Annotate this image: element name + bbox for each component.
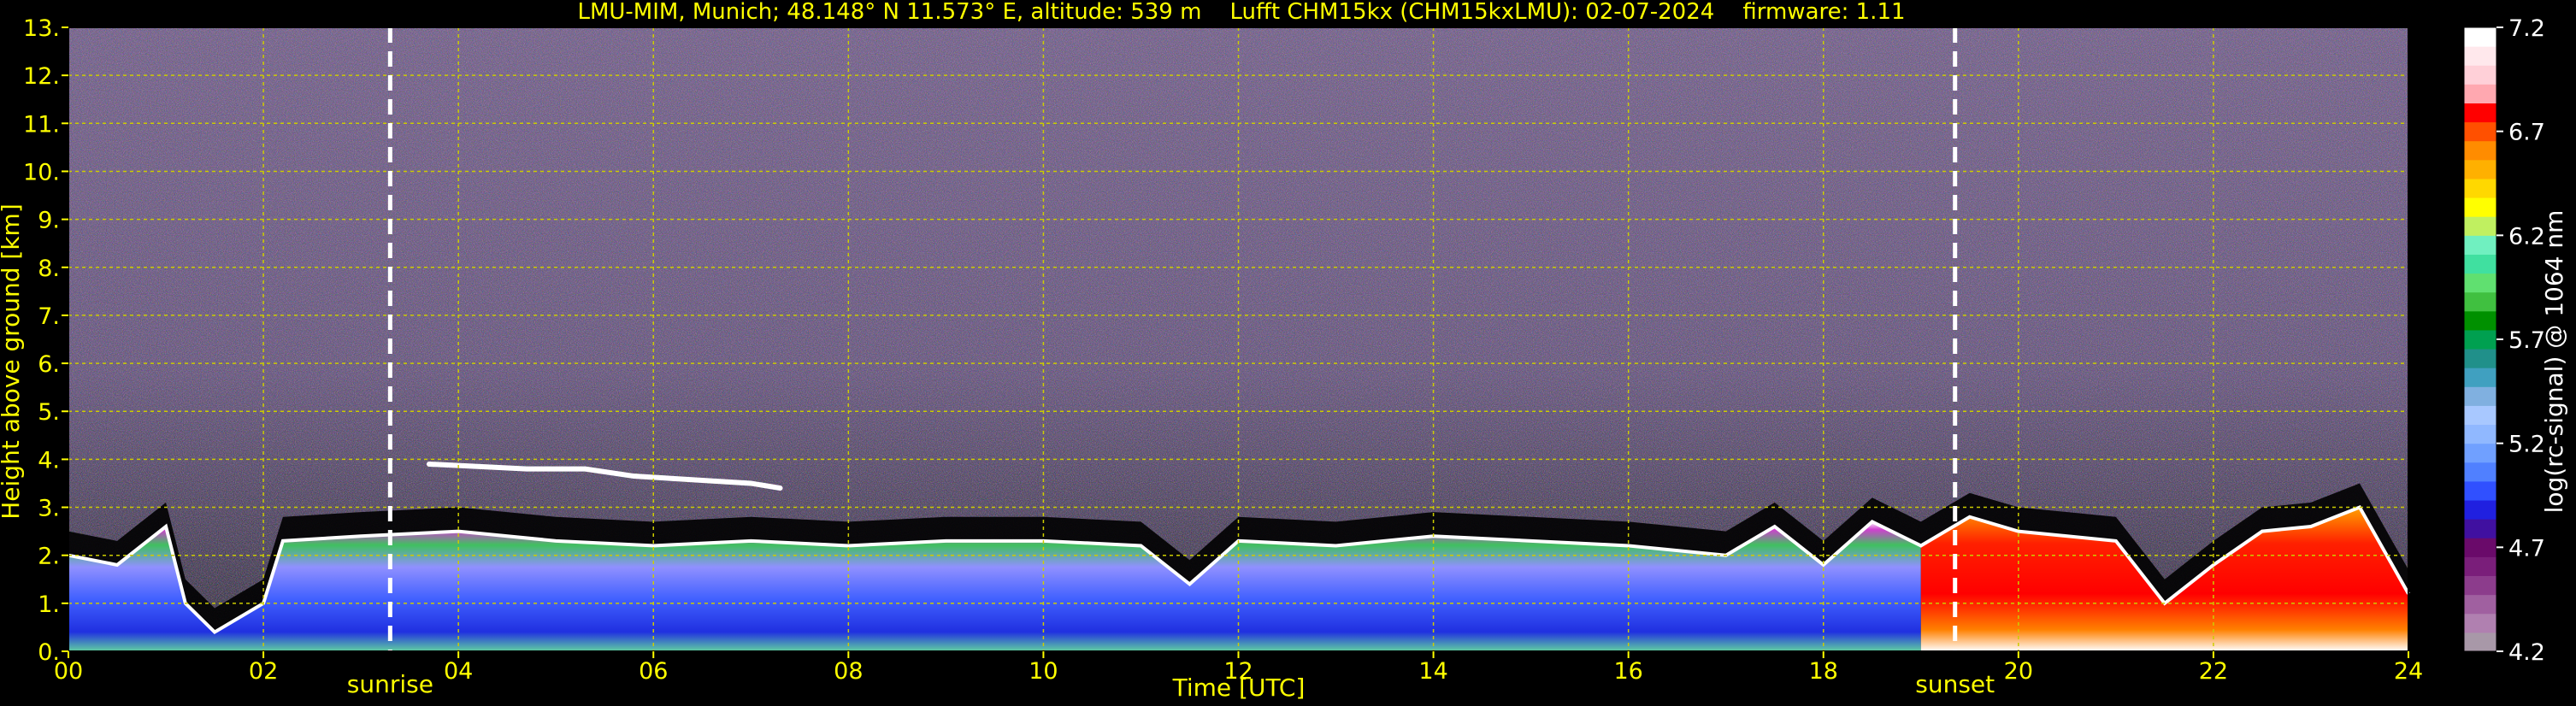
y-tick-label: 3. bbox=[38, 496, 60, 522]
colorbar-segment bbox=[2464, 424, 2496, 444]
colorbar-segment bbox=[2464, 480, 2496, 501]
x-tick-label: 20 bbox=[2004, 658, 2033, 685]
colorbar-segment bbox=[2464, 519, 2496, 538]
x-axis-label: Time [UTC] bbox=[1172, 674, 1306, 702]
y-tick-label: 1. bbox=[38, 591, 60, 618]
colorbar-segment bbox=[2464, 84, 2496, 103]
colorbar-segment bbox=[2464, 443, 2496, 463]
colorbar-segment bbox=[2464, 216, 2496, 236]
y-tick-label: 11. bbox=[23, 111, 60, 138]
x-tick-label: 14 bbox=[1418, 658, 1447, 685]
ceilometer-chart: sunrise sunset 00 02 04 06 08 10 12 14 16 18 20 22 24… bbox=[0, 0, 2568, 702]
colorbar-segment bbox=[2464, 368, 2496, 387]
x-tick-label: 18 bbox=[1809, 658, 1838, 685]
y-tick-label: 6. bbox=[38, 351, 60, 378]
colorbar-segment bbox=[2464, 235, 2496, 255]
colorbar-tick-label: 4.7 bbox=[2508, 535, 2545, 562]
chart-root: sunrise sunset 00 02 04 06 08 10 12 14 16 18 20 22 24… bbox=[0, 0, 2576, 706]
marker-label-sunrise: sunrise bbox=[347, 670, 433, 698]
y-tick-label: 8. bbox=[38, 256, 60, 282]
colorbar-segment bbox=[2464, 197, 2496, 217]
colorbar-segment bbox=[2464, 538, 2496, 557]
colorbar-segment bbox=[2464, 27, 2496, 47]
x-tick-label: 10 bbox=[1029, 658, 1058, 685]
colorbar-segment bbox=[2464, 159, 2496, 179]
colorbar-segment bbox=[2464, 103, 2496, 123]
y-tick-label: 10. bbox=[23, 159, 60, 185]
y-tick-label: 9. bbox=[38, 208, 60, 234]
y-tick-label: 0. bbox=[38, 639, 60, 666]
y-axis-label: Height above ground [km] bbox=[0, 203, 25, 520]
colorbar-segment bbox=[2464, 594, 2496, 615]
x-tick-label: 08 bbox=[834, 658, 863, 685]
colorbar-segment bbox=[2464, 500, 2496, 520]
chart-title: LMU-MIM, Munich; 48.148° N 11.573° E, al… bbox=[577, 0, 1905, 25]
colorbar-tick-label: 7.2 bbox=[2508, 15, 2545, 42]
colorbar: 4.24.75.25.76.26.77.2 bbox=[2463, 15, 2545, 666]
x-tick-label: 04 bbox=[444, 658, 473, 685]
x-tick-label: 24 bbox=[2394, 658, 2423, 685]
colorbar-segment bbox=[2464, 575, 2496, 596]
colorbar-segment bbox=[2464, 121, 2496, 142]
x-tick-label: 22 bbox=[2199, 658, 2228, 685]
colorbar-segment bbox=[2464, 462, 2496, 482]
colorbar-tick-label: 6.7 bbox=[2508, 120, 2545, 146]
colorbar-segment bbox=[2464, 310, 2496, 331]
colorbar-segment bbox=[2464, 632, 2496, 652]
marker-label-sunset: sunset bbox=[1915, 670, 1995, 698]
y-tick-label: 2. bbox=[38, 544, 60, 570]
colorbar-segment bbox=[2464, 291, 2496, 312]
y-tick-label: 4. bbox=[38, 447, 60, 474]
colorbar-tick-label: 4.2 bbox=[2508, 639, 2545, 666]
colorbar-segment bbox=[2464, 273, 2496, 293]
colorbar-segment bbox=[2464, 65, 2496, 85]
colorbar-segment bbox=[2464, 140, 2496, 161]
colorbar-segment bbox=[2464, 613, 2496, 633]
colorbar-segment bbox=[2464, 405, 2496, 426]
colorbar-segment bbox=[2464, 349, 2496, 368]
colorbar-label: log(rc-signal) @ 1064 nm bbox=[2540, 210, 2568, 514]
y-tick-label: 12. bbox=[23, 63, 60, 90]
colorbar-segment bbox=[2464, 329, 2496, 350]
x-tick-label: 02 bbox=[249, 658, 278, 685]
colorbar-segment bbox=[2464, 46, 2496, 66]
y-tick-label: 13. bbox=[23, 15, 60, 42]
colorbar-segment bbox=[2464, 178, 2496, 198]
y-tick-label: 5. bbox=[38, 399, 60, 426]
x-tick-label: 16 bbox=[1613, 658, 1642, 685]
colorbar-segment bbox=[2464, 556, 2496, 577]
colorbar-segment bbox=[2464, 254, 2496, 274]
y-tick-label: 7. bbox=[38, 303, 60, 330]
colorbar-segment bbox=[2464, 386, 2496, 406]
x-tick-label: 06 bbox=[639, 658, 668, 685]
